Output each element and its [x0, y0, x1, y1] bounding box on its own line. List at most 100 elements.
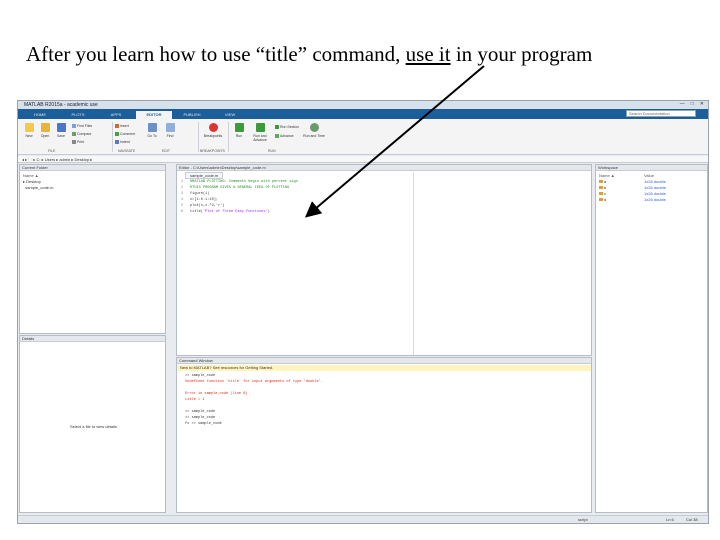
- details-title: Details: [20, 336, 165, 342]
- tab-plots[interactable]: PLOTS: [60, 111, 96, 119]
- advance-button[interactable]: Advance: [275, 134, 294, 139]
- command-output-line: >> sample_code: [185, 374, 216, 378]
- advance-icon: [275, 134, 279, 139]
- status-column: Col 38: [686, 517, 698, 522]
- find-icon: [165, 123, 175, 132]
- breakpoints-button[interactable]: Breakpoints: [201, 123, 225, 138]
- details-panel: Details Select a file to view details: [19, 335, 166, 513]
- go-to-icon: [147, 123, 157, 132]
- new-button[interactable]: New: [21, 123, 37, 138]
- run-section-icon: [275, 125, 279, 130]
- command-window-title: Command Window: [177, 358, 591, 364]
- code-line-6[interactable]: 6 title('Plot of Three Easy Functions'): [181, 210, 270, 214]
- find-files-button[interactable]: Find Files: [72, 124, 92, 129]
- group-breakpoints-label: BREAKPOINTS: [200, 149, 225, 153]
- details-hint: Select a file to view details: [70, 424, 117, 429]
- comment-button[interactable]: Comment: [115, 132, 135, 137]
- command-prompt-input[interactable]: fx >> sample_code: [185, 422, 222, 426]
- group-edit-label: EDIT: [162, 149, 170, 153]
- tab-editor[interactable]: EDITOR: [136, 111, 172, 119]
- print-icon: [72, 140, 76, 145]
- search-documentation-input[interactable]: Search Documentation: [626, 110, 696, 117]
- getting-started-notice[interactable]: New to MATLAB? See resources for Getting…: [177, 365, 591, 371]
- compare-button[interactable]: Compare: [72, 132, 91, 137]
- close-button[interactable]: ✕: [700, 101, 704, 109]
- code-line-5[interactable]: 5 plot(x,x.^2,'r'): [181, 204, 225, 208]
- command-output-line: Error in sample_code (line 6): [185, 392, 248, 396]
- ribbon-tabs: HOME PLOTS APPS EDITOR PUBLISH VIEW Sear…: [18, 109, 708, 119]
- command-output-line: Undefined function 'title' for input arg…: [185, 380, 324, 384]
- open-button[interactable]: Open: [37, 123, 53, 138]
- workspace-value-header[interactable]: Value: [644, 173, 654, 178]
- new-file-icon: [24, 123, 34, 132]
- run-advance-icon: [255, 123, 265, 132]
- group-run-label: RUN: [268, 149, 276, 153]
- workspace-variable[interactable]: c: [599, 191, 606, 196]
- comment-icon: [115, 132, 119, 137]
- workspace-name-header[interactable]: Name ▲: [599, 173, 615, 178]
- command-output-line: >> sample_code: [185, 416, 216, 420]
- tab-home[interactable]: HOME: [22, 111, 58, 119]
- caption-emphasis: use it: [405, 42, 451, 66]
- current-folder-title: Current Folder: [20, 165, 165, 171]
- code-line-3[interactable]: 3 figure(1): [181, 192, 209, 196]
- indent-icon: [115, 140, 119, 145]
- command-output-line: >> sample_code: [185, 410, 216, 414]
- workspace-variable[interactable]: a: [599, 179, 606, 184]
- run-section-button[interactable]: Run Section: [275, 125, 299, 130]
- tab-view[interactable]: VIEW: [212, 111, 248, 119]
- group-file-label: FILE: [48, 149, 56, 153]
- code-line-1[interactable]: 1 %MATLAB PLOTTING: Comments begin with p…: [181, 180, 298, 184]
- folder-icon: [40, 123, 50, 132]
- run-and-advance-button[interactable]: Run and Advance: [249, 123, 271, 142]
- address-bar[interactable]: ◂ ▸ 🗀 ▸ C: ▸ Users ▸ admin ▸ Desktop ▸: [18, 156, 708, 163]
- workspace-value: 1x26 double: [644, 191, 666, 196]
- editor-ribbon: New Open Save Find Files Compare Print I…: [18, 119, 708, 155]
- save-icon: [56, 123, 66, 132]
- command-window-panel: Command Window New to MATLAB? See resour…: [176, 357, 592, 513]
- insert-icon: [115, 124, 119, 129]
- status-bar: script Ln 6 Col 38: [18, 515, 708, 523]
- code-line-2[interactable]: 2 %THIS PROGRAM GIVES A GENERAL IDEA OF P…: [181, 186, 289, 190]
- search-icon: [72, 124, 76, 129]
- group-navigate-label: NAVIGATE: [118, 149, 136, 153]
- right-margin-line: [413, 172, 414, 355]
- insert-button[interactable]: Insert: [115, 124, 129, 129]
- name-column-header[interactable]: Name ▲: [23, 173, 39, 178]
- clock-icon: [309, 123, 319, 132]
- tab-publish[interactable]: PUBLISH: [174, 111, 210, 119]
- folder-item-desktop[interactable]: ▸ Desktop: [23, 179, 41, 184]
- run-and-time-button[interactable]: Run and Time: [303, 123, 325, 138]
- save-button[interactable]: Save: [53, 123, 69, 138]
- file-item-sample-code[interactable]: sample_code.m: [23, 185, 53, 190]
- editor-panel: Editor - C:\Users\admin\Desktop\sample_c…: [176, 164, 592, 356]
- play-icon: [234, 123, 244, 132]
- compare-icon: [72, 132, 76, 137]
- workspace-value: 1x26 double: [644, 197, 666, 202]
- minimize-button[interactable]: —: [680, 101, 685, 109]
- workspace-panel: Workspace Name ▲ Value a 1x26 double b 1…: [595, 164, 708, 513]
- workspace-variable[interactable]: d: [599, 197, 606, 202]
- window-title: MATLAB R2015a - academic use: [24, 102, 98, 108]
- status-line: Ln 6: [666, 517, 674, 522]
- status-script: script: [578, 517, 588, 522]
- current-folder-panel: Current Folder Name ▲ ▸ Desktop sample_c…: [19, 164, 166, 334]
- breakpoint-icon: [208, 123, 218, 132]
- workspace-value: 1x26 double: [644, 179, 666, 184]
- maximize-button[interactable]: □: [691, 101, 694, 109]
- print-button[interactable]: Print: [72, 140, 84, 145]
- matlab-screenshot: MATLAB R2015a - academic use — □ ✕ HOME …: [17, 100, 709, 524]
- find-button[interactable]: Find: [162, 123, 178, 138]
- workspace-variable[interactable]: b: [599, 185, 606, 190]
- editor-tab-sample-code[interactable]: sample_code.m: [185, 172, 224, 179]
- workspace-value: 1x26 double: [644, 185, 666, 190]
- workspace-title: Workspace: [596, 165, 707, 171]
- code-line-4[interactable]: 4 x=[1:0.1:10];: [181, 198, 218, 202]
- go-to-button[interactable]: Go To: [144, 123, 160, 138]
- indent-button[interactable]: Indent: [115, 140, 130, 145]
- tab-apps[interactable]: APPS: [98, 111, 134, 119]
- window-titlebar: MATLAB R2015a - academic use — □ ✕: [18, 101, 708, 109]
- slide-caption: After you learn how to use “title” comma…: [26, 42, 593, 66]
- command-output-line: title = 1: [185, 398, 205, 402]
- run-button[interactable]: Run: [231, 123, 247, 138]
